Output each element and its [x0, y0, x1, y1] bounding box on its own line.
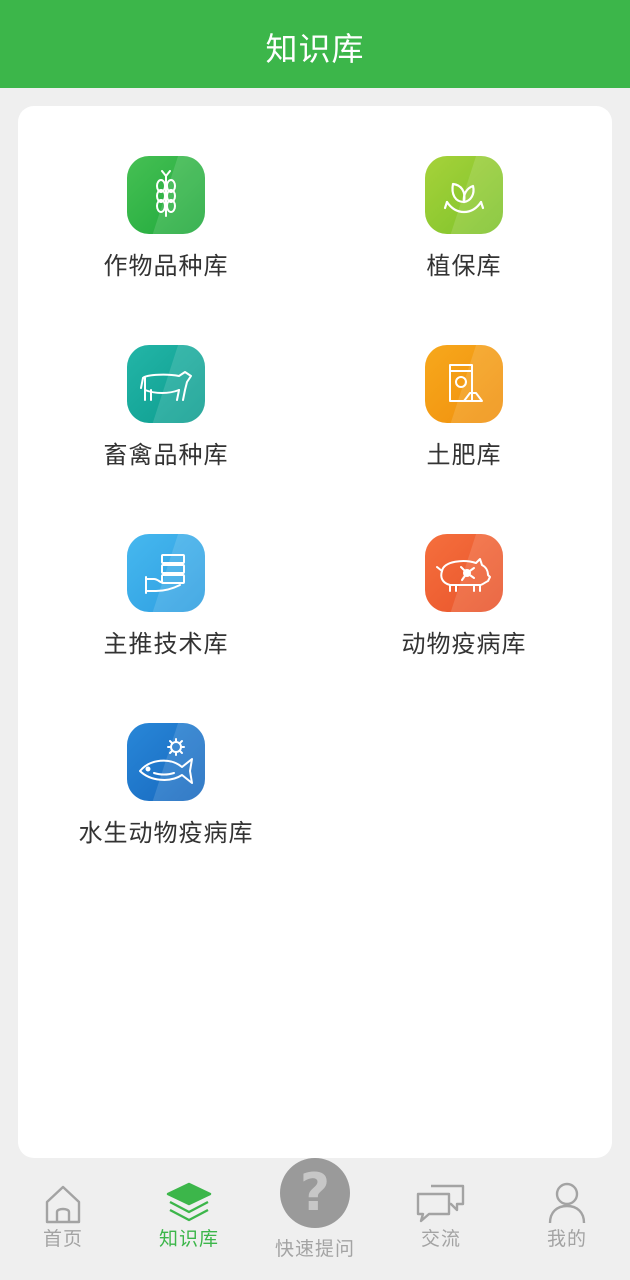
layers-icon: [166, 1180, 212, 1224]
tab-label: 我的: [546, 1228, 587, 1250]
tab-chat[interactable]: 交流: [378, 1160, 504, 1280]
tab-mine[interactable]: 我的: [504, 1160, 630, 1280]
library-item-label: 水生动物疫病库: [78, 819, 254, 847]
tab-label: 交流: [420, 1228, 461, 1250]
library-item-livestock-breeds[interactable]: 畜禽品种库: [36, 345, 296, 495]
leaf-hand-icon: [425, 156, 503, 234]
library-item-label: 动物疫病库: [401, 630, 527, 658]
library-item-label: 作物品种库: [103, 252, 229, 280]
library-item-animal-diseases[interactable]: 动物疫病库: [334, 534, 594, 684]
home-icon: [44, 1180, 82, 1224]
library-card: 作物品种库 植保库 畜禽品种库 土肥库 主推技术库 动物疫病库 水生动物疫病库: [18, 106, 612, 1158]
library-item-key-techniques[interactable]: 主推技术库: [36, 534, 296, 684]
library-item-label: 畜禽品种库: [103, 441, 229, 469]
fertilizer-bag-icon: [425, 345, 503, 423]
hand-server-icon: [127, 534, 205, 612]
question-icon: ?: [280, 1158, 350, 1228]
library-item-label: 土肥库: [426, 441, 502, 469]
library-item-soil-fertilizer[interactable]: 土肥库: [334, 345, 594, 495]
tab-quick-ask[interactable]: ? 快速提问: [252, 1158, 378, 1280]
bottom-tab-bar: 首页 知识库 ? 快速提问 交流 我的: [0, 1158, 630, 1280]
user-icon: [548, 1180, 586, 1224]
chat-bubbles-icon: [415, 1180, 467, 1224]
library-item-crop-varieties[interactable]: 作物品种库: [36, 156, 296, 306]
page-title: 知识库: [265, 30, 365, 68]
library-item-plant-protection[interactable]: 植保库: [334, 156, 594, 306]
wheat-icon: [127, 156, 205, 234]
tab-label: 首页: [42, 1228, 83, 1250]
fish-virus-icon: [127, 723, 205, 801]
tab-knowledge[interactable]: 知识库: [126, 1160, 252, 1280]
tab-home[interactable]: 首页: [0, 1160, 126, 1280]
cow-icon: [127, 345, 205, 423]
tab-label: 快速提问: [274, 1238, 355, 1260]
pig-virus-icon: [425, 534, 503, 612]
app-header: 知识库: [0, 0, 630, 88]
tab-label: 知识库: [158, 1228, 219, 1250]
library-item-aquatic-diseases[interactable]: 水生动物疫病库: [36, 723, 296, 873]
library-item-label: 主推技术库: [103, 630, 229, 658]
library-item-label: 植保库: [426, 252, 502, 280]
